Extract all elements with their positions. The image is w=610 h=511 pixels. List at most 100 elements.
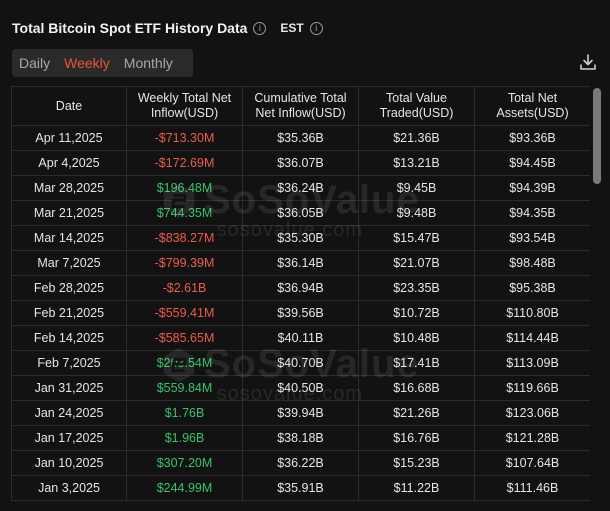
- table-row: Apr 11,2025 -$713.30M $35.36B $21.36B $93.36…: [11, 125, 590, 151]
- cell-net-assets: $111.46B: [474, 475, 590, 501]
- table-row: Jan 10,2025 $307.20M $36.22B $15.23B $107.64…: [11, 450, 590, 476]
- table-row: Jan 3,2025 $244.99M $35.91B $11.22B $111.46B: [11, 475, 590, 501]
- cell-value-traded: $16.76B: [358, 425, 475, 451]
- cell-weekly-inflow: $203.54M: [126, 350, 243, 376]
- cell-weekly-inflow: -$559.41M: [126, 300, 243, 326]
- cell-cumulative-inflow: $36.94B: [242, 275, 359, 301]
- cell-date: Feb 21,2025: [11, 300, 127, 326]
- period-tabs: Daily Weekly Monthly: [12, 49, 193, 77]
- timezone-label: EST: [280, 21, 304, 35]
- cell-date: Jan 17,2025: [11, 425, 127, 451]
- timezone-info-icon[interactable]: i: [309, 21, 323, 35]
- cell-weekly-inflow: -$172.69M: [126, 150, 243, 176]
- etf-history-table-container: Date Weekly Total Net Inflow(USD) Cumula…: [11, 86, 590, 511]
- cell-cumulative-inflow: $35.30B: [242, 225, 359, 251]
- table-row: Feb 14,2025 -$585.65M $40.11B $10.48B $114.4…: [11, 325, 590, 351]
- cell-value-traded: $21.26B: [358, 400, 475, 426]
- cell-weekly-inflow: $559.84M: [126, 375, 243, 401]
- cell-value-traded: $15.47B: [358, 225, 475, 251]
- col-header-weekly-inflow[interactable]: Weekly Total Net Inflow(USD): [126, 86, 243, 126]
- tab-daily[interactable]: Daily: [12, 55, 57, 71]
- cell-value-traded: $23.35B: [358, 275, 475, 301]
- cell-cumulative-inflow: $35.91B: [242, 475, 359, 501]
- col-header-cumulative-inflow[interactable]: Cumulative Total Net Inflow(USD): [242, 86, 359, 126]
- cell-weekly-inflow: $307.20M: [126, 450, 243, 476]
- cell-cumulative-inflow: $36.07B: [242, 150, 359, 176]
- cell-weekly-inflow: $744.35M: [126, 200, 243, 226]
- table-row: Jan 24,2025 $1.76B $39.94B $21.26B $123.06B: [11, 400, 590, 426]
- cell-cumulative-inflow: $38.18B: [242, 425, 359, 451]
- cell-net-assets: $98.48B: [474, 250, 590, 276]
- cell-date: Mar 7,2025: [11, 250, 127, 276]
- cell-weekly-inflow: -$713.30M: [126, 125, 243, 151]
- table-body: Apr 11,2025 -$713.30M $35.36B $21.36B $93.36…: [11, 125, 590, 501]
- cell-date: Mar 21,2025: [11, 200, 127, 226]
- tab-weekly[interactable]: Weekly: [57, 55, 117, 71]
- cell-date: Jan 10,2025: [11, 450, 127, 476]
- cell-date: Jan 3,2025: [11, 475, 127, 501]
- cell-cumulative-inflow: $36.14B: [242, 250, 359, 276]
- cell-value-traded: $10.72B: [358, 300, 475, 326]
- cell-net-assets: $123.06B: [474, 400, 590, 426]
- info-icon[interactable]: i: [253, 21, 267, 35]
- table-row: Mar 14,2025 -$838.27M $35.30B $15.47B $93.54…: [11, 225, 590, 251]
- cell-value-traded: $21.07B: [358, 250, 475, 276]
- table-scrollbar[interactable]: [593, 88, 601, 184]
- cell-value-traded: $13.21B: [358, 150, 475, 176]
- table-row: Jan 17,2025 $1.96B $38.18B $16.76B $121.28B: [11, 425, 590, 451]
- cell-net-assets: $93.36B: [474, 125, 590, 151]
- etf-history-table: Date Weekly Total Net Inflow(USD) Cumula…: [11, 86, 590, 501]
- cell-weekly-inflow: -$2.61B: [126, 275, 243, 301]
- cell-date: Feb 7,2025: [11, 350, 127, 376]
- table-row: Mar 7,2025 -$799.39M $36.14B $21.07B $98.48B: [11, 250, 590, 276]
- cell-net-assets: $93.54B: [474, 225, 590, 251]
- cell-cumulative-inflow: $40.70B: [242, 350, 359, 376]
- cell-cumulative-inflow: $36.24B: [242, 175, 359, 201]
- cell-value-traded: $21.36B: [358, 125, 475, 151]
- cell-value-traded: $15.23B: [358, 450, 475, 476]
- cell-net-assets: $94.45B: [474, 150, 590, 176]
- cell-cumulative-inflow: $39.94B: [242, 400, 359, 426]
- cell-date: Mar 28,2025: [11, 175, 127, 201]
- cell-weekly-inflow: $1.76B: [126, 400, 243, 426]
- cell-weekly-inflow: $1.96B: [126, 425, 243, 451]
- table-row: Feb 21,2025 -$559.41M $39.56B $10.72B $110.8…: [11, 300, 590, 326]
- tab-monthly[interactable]: Monthly: [117, 55, 180, 71]
- download-icon[interactable]: [578, 52, 598, 72]
- cell-date: Apr 4,2025: [11, 150, 127, 176]
- cell-value-traded: $11.22B: [358, 475, 475, 501]
- cell-cumulative-inflow: $36.22B: [242, 450, 359, 476]
- page-title: Total Bitcoin Spot ETF History Data: [12, 20, 248, 36]
- cell-date: Jan 31,2025: [11, 375, 127, 401]
- cell-cumulative-inflow: $36.05B: [242, 200, 359, 226]
- cell-cumulative-inflow: $40.11B: [242, 325, 359, 351]
- cell-date: Mar 14,2025: [11, 225, 127, 251]
- cell-cumulative-inflow: $40.50B: [242, 375, 359, 401]
- cell-cumulative-inflow: $35.36B: [242, 125, 359, 151]
- cell-cumulative-inflow: $39.56B: [242, 300, 359, 326]
- table-row: Mar 21,2025 $744.35M $36.05B $9.48B $94.35B: [11, 200, 590, 226]
- header: Total Bitcoin Spot ETF History Data i ES…: [12, 18, 323, 38]
- cell-value-traded: $10.48B: [358, 325, 475, 351]
- table-row: Feb 28,2025 -$2.61B $36.94B $23.35B $95.38B: [11, 275, 590, 301]
- cell-net-assets: $110.80B: [474, 300, 590, 326]
- cell-weekly-inflow: $196.48M: [126, 175, 243, 201]
- cell-net-assets: $121.28B: [474, 425, 590, 451]
- cell-weekly-inflow: -$799.39M: [126, 250, 243, 276]
- table-row: Feb 7,2025 $203.54M $40.70B $17.41B $113.09B: [11, 350, 590, 376]
- col-header-net-assets[interactable]: Total Net Assets(USD): [474, 86, 590, 126]
- table-row: Jan 31,2025 $559.84M $40.50B $16.68B $119.66…: [11, 375, 590, 401]
- cell-net-assets: $94.35B: [474, 200, 590, 226]
- cell-weekly-inflow: -$585.65M: [126, 325, 243, 351]
- cell-date: Feb 28,2025: [11, 275, 127, 301]
- cell-date: Feb 14,2025: [11, 325, 127, 351]
- col-header-value-traded[interactable]: Total Value Traded(USD): [358, 86, 475, 126]
- cell-value-traded: $9.48B: [358, 200, 475, 226]
- col-header-date[interactable]: Date: [11, 86, 127, 126]
- cell-value-traded: $16.68B: [358, 375, 475, 401]
- cell-net-assets: $95.38B: [474, 275, 590, 301]
- cell-value-traded: $9.45B: [358, 175, 475, 201]
- cell-net-assets: $114.44B: [474, 325, 590, 351]
- cell-net-assets: $113.09B: [474, 350, 590, 376]
- table-row: Apr 4,2025 -$172.69M $36.07B $13.21B $94.45B: [11, 150, 590, 176]
